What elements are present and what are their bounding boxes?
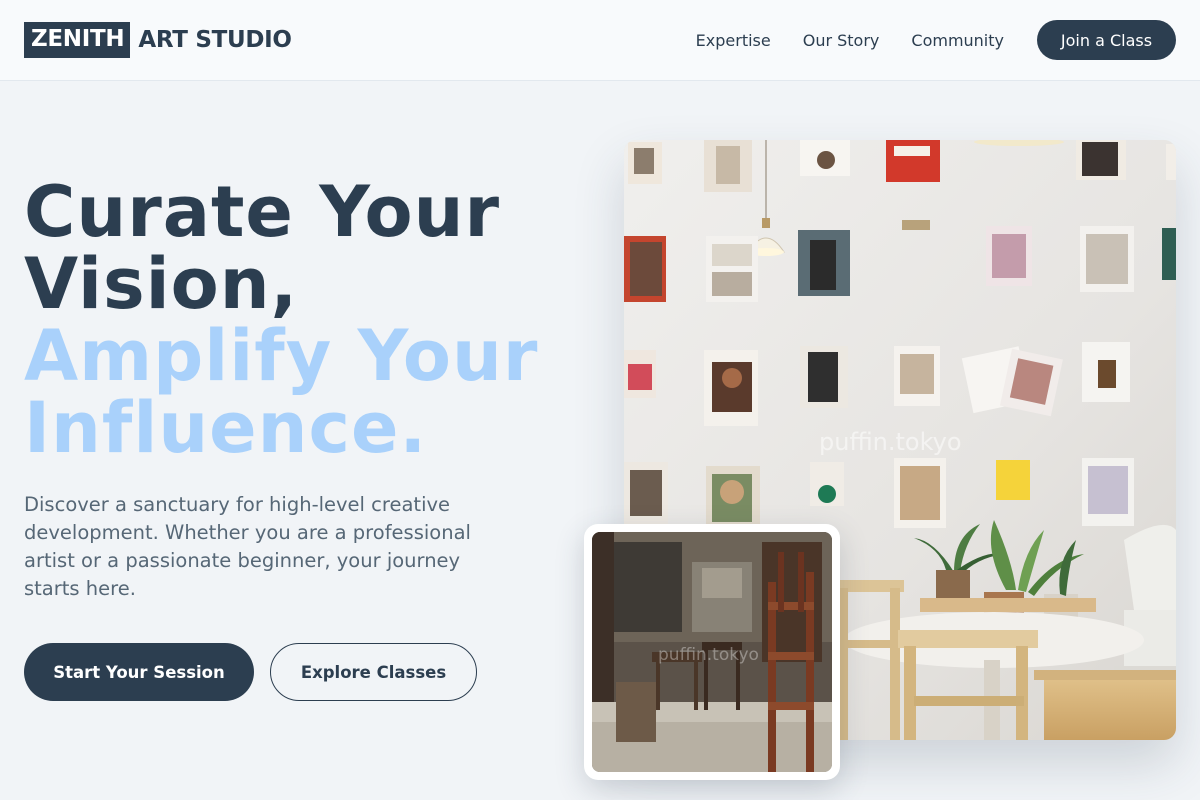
- logo[interactable]: ZENITH ART STUDIO: [24, 22, 292, 58]
- start-session-button[interactable]: Start Your Session: [24, 643, 254, 701]
- main-watermark: puffin.tokyo: [819, 428, 962, 456]
- headline-line-1: Curate Your: [24, 171, 500, 253]
- logo-text: ART STUDIO: [138, 27, 292, 53]
- workshop-inset-frame: puffin.tokyo: [592, 532, 832, 772]
- nav-link-our-story[interactable]: Our Story: [803, 31, 880, 50]
- hero-description: Discover a sanctuary for high-level crea…: [24, 493, 471, 600]
- inset-watermark: puffin.tokyo: [658, 645, 759, 665]
- main-nav: Expertise Our Story Community Join a Cla…: [696, 20, 1176, 60]
- join-class-button[interactable]: Join a Class: [1037, 20, 1176, 60]
- logo-box: ZENITH: [24, 22, 131, 58]
- explore-classes-button[interactable]: Explore Classes: [270, 643, 477, 701]
- headline-line-2: Vision,: [24, 243, 299, 325]
- nav-link-expertise[interactable]: Expertise: [696, 31, 771, 50]
- headline-line-3: Amplify Your: [24, 315, 539, 397]
- workshop-illustration: puffin.tokyo: [592, 532, 832, 772]
- workshop-inset-image: puffin.tokyo: [584, 524, 840, 780]
- hero-headline: Curate Your Vision, Amplify Your Influen…: [24, 176, 538, 464]
- site-header: ZENITH ART STUDIO Expertise Our Story Co…: [0, 0, 1200, 81]
- headline-line-4: Influence.: [24, 387, 428, 469]
- nav-link-community[interactable]: Community: [911, 31, 1004, 50]
